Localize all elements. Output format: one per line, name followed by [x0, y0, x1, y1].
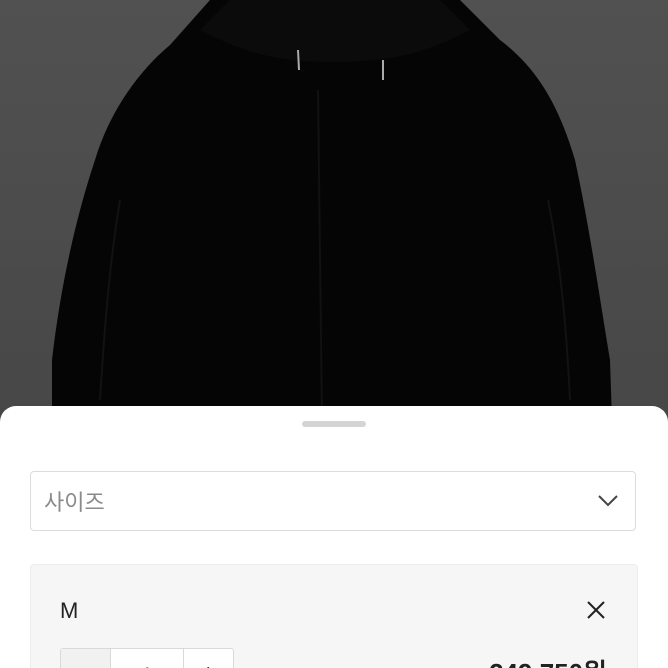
increment-button[interactable]: + [184, 649, 233, 668]
decrement-button[interactable] [61, 649, 112, 668]
size-select[interactable]: 사이즈 [30, 471, 636, 531]
quantity-value[interactable]: 1 [111, 649, 184, 668]
option-bottom-sheet: 사이즈 M 1 + 249,750원 [0, 406, 668, 668]
option-name: M [60, 598, 79, 623]
option-price: 249,750원 [489, 653, 607, 668]
product-image [0, 0, 668, 420]
drag-handle[interactable] [302, 421, 366, 427]
quantity-stepper: 1 + [60, 648, 234, 668]
selected-option-card: M 1 + 249,750원 [30, 564, 638, 668]
close-icon[interactable] [585, 599, 607, 621]
chevron-down-icon [598, 495, 618, 507]
size-select-label: 사이즈 [44, 490, 105, 515]
jacket-image [52, 0, 612, 420]
